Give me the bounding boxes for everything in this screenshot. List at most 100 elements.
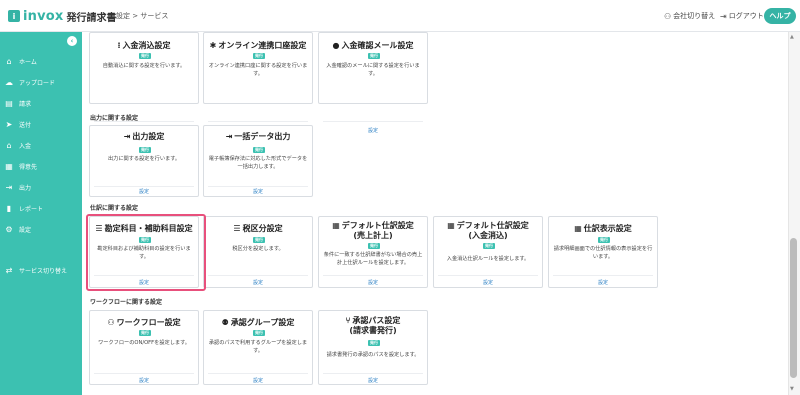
card-default-journal-clear[interactable]: ▦ デフォルト仕訳設定 (入金消込) 発行 入金消込仕訳ルールを設定します。 設定 [433,216,543,288]
card-divider [94,121,194,122]
card-title: ▦ デフォルト仕訳設定 (売上計上) [319,221,427,241]
export-icon: ⇥ [225,132,233,141]
cloud-upload-icon: ☁ [5,77,13,87]
building-icon: ▦ [5,161,13,171]
highlight-frame [86,214,206,291]
issue-badge: 発行 [368,53,380,59]
export-icon: ⇥ [123,132,131,141]
card-title: ⇥ 一括データ出力 [204,132,312,142]
card-journal-display[interactable]: ▦ 仕訳表示設定発行請求明細画面での仕訳情報の表示設定を行います。設定 [548,216,658,288]
issue-badge: 発行 [253,53,265,59]
app-logo[interactable]: i invox 発行請求書 [8,8,117,24]
document-icon: ▤ [5,98,13,108]
issue-badge: 発行 [139,53,151,59]
card-title-sub: (入金消込) [468,231,508,240]
issue-badge: 発行 [368,340,380,346]
breadcrumb: 設定 > サービス [116,12,169,20]
table-icon: ▦ [574,224,582,233]
card-settings-link[interactable]: 設定 [204,188,312,195]
card-description: 税区分を設定します。 [232,246,284,252]
sidebar-item-5[interactable]: ▦ 得意先 [0,157,82,175]
card-output[interactable]: ⇥ 出力設定 発行 出力に関する設定を行います。 設定 [89,125,199,197]
sidebar-item-label: 請求 [19,100,32,108]
bank-icon: ⌂ [6,140,12,150]
card-approval-path[interactable]: ⑂ 承認パス設定 (請求書発行) 発行 請求書発行の承認のパスを設定します。 設定 [318,310,428,385]
card-settings-link[interactable]: 設定 [204,377,312,384]
card-bulk-output[interactable]: ⇥ 一括データ出力発行電子帳簿保存法に対応した形式でデータを一括出力します。設定 [203,125,313,197]
users-icon: ⚉ [221,318,229,327]
card-description: 承認のパスで利用するグループを設定します。 [208,340,308,354]
logout-link[interactable]: ⇥ ログアウト [720,11,764,21]
issue-badge: 発行 [253,330,265,336]
issue-badge: 発行 [253,237,265,243]
card-title: ▦ 仕訳表示設定 [549,224,657,234]
card-approval-group[interactable]: ⚉ 承認グループ設定 発行 承認のパスで利用するグループを設定します。 設定 [203,310,313,385]
mail-icon: ● [332,41,340,50]
card-title-text: 入金確認メール設定 [341,41,414,50]
home-icon: ⌂ [6,56,12,66]
card-title-text: オンライン連携口座設定 [218,41,307,50]
card-online[interactable]: ✱オンライン連携口座設定発行オンライン連携口座に関する設定を行います。設定 [203,32,313,134]
card-title: ✱ オンライン連携口座設定 [204,41,312,51]
export-icon: ⇥ [5,182,13,192]
card-divider [208,121,308,122]
card-title-sub: (請求書発行) [349,326,397,335]
issue-badge: 発行 [598,237,610,243]
sidebar-service-switch[interactable]: ⇄ サービス切り替え [0,261,82,279]
scrollbar-thumb[interactable] [790,238,797,378]
card-auto-clear[interactable]: ⁝入金消込設定発行自動消込に関する設定を行います。設定 [89,32,199,134]
issue-badge: 発行 [253,147,265,153]
collapse-sidebar-icon[interactable]: ‹ [67,36,77,46]
sidebar-item-label: アップロード [19,79,56,87]
card-divider [323,121,423,122]
sidebar-item-3[interactable]: ➤ 送付 [0,115,82,133]
issue-badge: 発行 [139,330,151,336]
card-title-text: ワークフロー設定 [116,318,181,327]
section-journal-title: 仕訳に関する設定 [90,205,139,212]
sidebar-item-6[interactable]: ⇥ 出力 [0,178,82,196]
sidebar-item-label: 送付 [19,121,32,129]
sidebar-item-label: レポート [19,205,44,213]
card-divider [208,275,308,276]
card-default-journal-sales[interactable]: ▦ デフォルト仕訳設定 (売上計上) 発行 条件に一致する仕訳辞書がない場合の売上計上仕… [318,216,428,288]
card-confirm-mail[interactable]: ● 入金確認メール設定発行入金確認のメールに関する設定を行います。設定 [318,32,428,134]
people-icon: ⚇ [664,11,672,21]
card-title-text: 一括データ出力 [234,132,291,141]
card-settings-link[interactable]: 設定 [90,188,198,195]
logout-label: ログアウト [728,12,764,20]
sidebar-item-0[interactable]: ⌂ ホーム [0,52,82,70]
gear-icon: ⚙ [5,224,13,234]
card-description: 電子帳簿保存法に対応した形式でデータを一括出力します。 [208,156,308,170]
logo-text: invox [23,8,64,24]
card-settings-link[interactable]: 設定 [319,377,427,384]
section-workflow-title: ワークフローに関する設定 [90,299,163,306]
card-description: オンライン連携口座に関する設定を行います。 [208,63,308,77]
card-settings-link[interactable]: 設定 [204,279,312,286]
sidebar-item-2[interactable]: ▤ 請求 [0,94,82,112]
sidebar-item-1[interactable]: ☁ アップロード [0,73,82,91]
card-workflow[interactable]: ⚇ ワークフロー設定発行ワークフローのON/OFFを設定します。設定 [89,310,199,385]
card-description: 出力に関する設定を行います。 [107,156,181,162]
switch-company-link[interactable]: ⚇ 会社切り替え [664,11,715,21]
card-settings-link[interactable]: 設定 [319,279,427,286]
card-divider [438,275,538,276]
scroll-up-icon[interactable]: ▲ [790,34,794,40]
card-title: ⇥ 出力設定 [90,132,198,142]
card-settings-link[interactable]: 設定 [549,279,657,286]
help-button[interactable]: ヘルプ [764,8,796,24]
card-description: 条件に一致する仕訳辞書がない場合の売上計上仕訳ルールを設定します。 [323,252,423,266]
card-settings-link[interactable]: 設定 [319,127,427,134]
sidebar-item-4[interactable]: ⌂ 入金 [0,136,82,154]
key-icon: ✱ [209,41,217,50]
service-switch-label: サービス切り替え [19,267,68,275]
card-settings-link[interactable]: 設定 [434,279,542,286]
card-tax-class[interactable]: ☰ 税区分設定 発行 税区分を設定します。 設定 [203,216,313,288]
workflow-icon: ⚇ [107,318,115,327]
card-description: 入金確認のメールに関する設定を行います。 [326,63,420,77]
card-settings-link[interactable]: 設定 [90,377,198,384]
sidebar-item-8[interactable]: ⚙ 設定 [0,220,82,238]
sidebar-item-7[interactable]: ▮ レポート [0,199,82,217]
scroll-down-icon[interactable]: ▼ [790,386,794,392]
card-description: 請求明細画面での仕訳情報の表示設定を行います。 [553,246,653,260]
card-description: ワークフローのON/OFFを設定します。 [98,340,190,346]
